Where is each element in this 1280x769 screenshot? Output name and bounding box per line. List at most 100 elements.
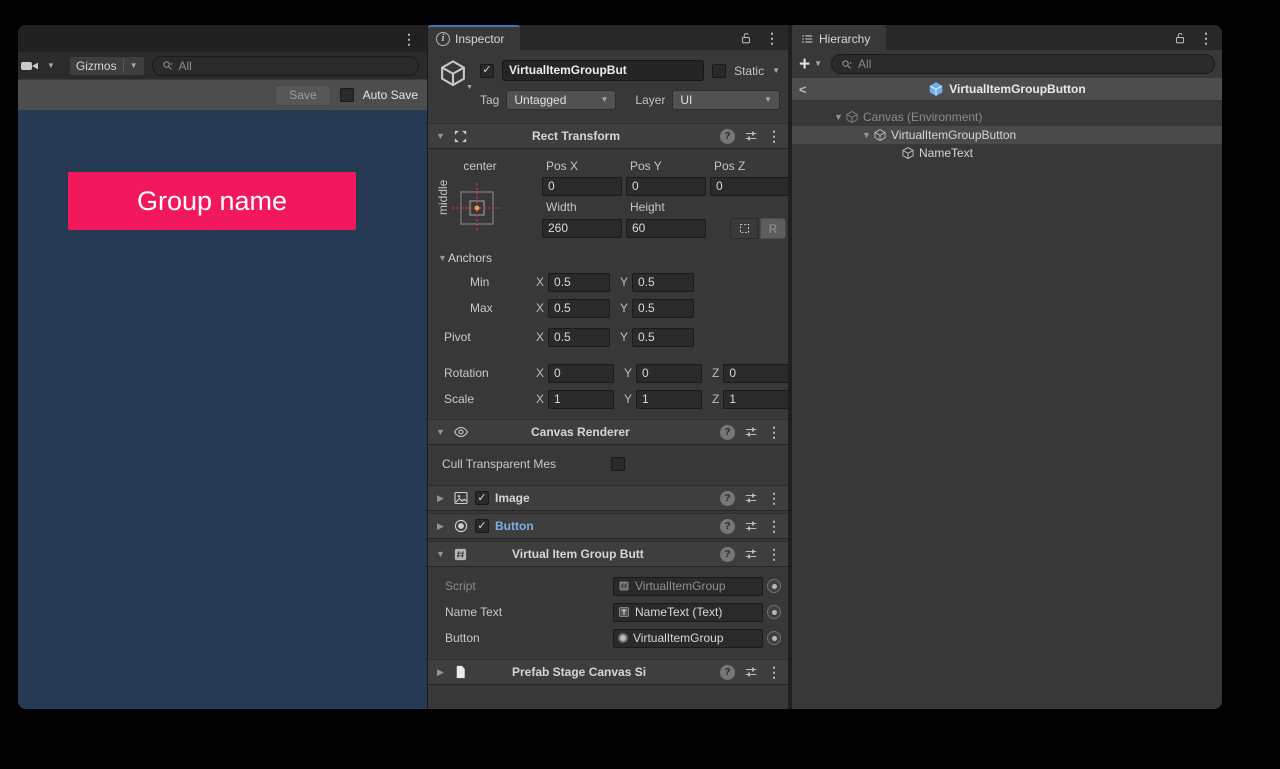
layer-dropdown[interactable]: UI ▼ xyxy=(672,90,780,110)
scene-kebab-menu-icon[interactable]: ⋮ xyxy=(402,32,416,46)
tab-hierarchy[interactable]: Hierarchy xyxy=(792,25,886,50)
scene-search-input[interactable]: All xyxy=(152,56,419,76)
foldout-icon[interactable]: ▶ xyxy=(434,493,447,504)
save-button[interactable]: Save xyxy=(275,85,330,106)
script-object-field[interactable]: VirtualItemGroup xyxy=(613,577,763,596)
tag-dropdown[interactable]: Untagged ▼ xyxy=(506,90,616,110)
rect-transform-header[interactable]: ▼ Rect Transform ? ⋮ xyxy=(428,123,788,149)
inspector-kebab-menu-icon[interactable]: ⋮ xyxy=(765,31,779,45)
cull-transparent-mesh-label: Cull Transparent Mes xyxy=(442,457,611,471)
kebab-menu-icon[interactable]: ⋮ xyxy=(767,425,781,439)
scene-canvas[interactable]: Group name xyxy=(18,110,427,709)
presets-icon[interactable] xyxy=(744,665,758,679)
pos-x-field[interactable]: 0 xyxy=(542,177,622,196)
hierarchy-search-text: All xyxy=(858,57,871,71)
object-picker-icon[interactable] xyxy=(767,631,781,645)
name-text-object-field[interactable]: NameText (Text) xyxy=(613,603,763,622)
pos-y-field[interactable]: 0 xyxy=(626,177,706,196)
help-icon[interactable]: ? xyxy=(720,425,735,440)
object-picker-icon[interactable] xyxy=(767,605,781,619)
static-checkbox[interactable] xyxy=(712,64,726,78)
unity-editor-window: ⋮ ▼ Gizmos ▼ All Save Auto Save xyxy=(18,25,1222,709)
foldout-icon[interactable]: ▼ xyxy=(434,549,447,559)
chevron-down-icon: ▼ xyxy=(47,62,55,70)
scale-x-field[interactable]: 1 xyxy=(548,390,614,409)
presets-icon[interactable] xyxy=(744,547,758,561)
kebab-menu-icon[interactable]: ⋮ xyxy=(767,547,781,561)
width-label: Width xyxy=(542,200,622,214)
anchors-min-x-field[interactable]: 0.5 xyxy=(548,273,610,292)
anchor-vertical-label: middle xyxy=(436,201,450,215)
foldout-icon[interactable]: ▶ xyxy=(434,521,447,532)
auto-save-checkbox[interactable] xyxy=(340,88,354,102)
create-button[interactable]: + ▼ xyxy=(799,55,822,74)
button-enabled-checkbox[interactable]: ✓ xyxy=(475,519,489,533)
camera-view-options-button[interactable]: ▼ xyxy=(20,56,62,76)
help-icon[interactable]: ? xyxy=(720,129,735,144)
canvas-renderer-header[interactable]: ▼ Canvas Renderer ? ⋮ xyxy=(428,419,788,445)
x-axis-label: X xyxy=(536,392,544,406)
static-dropdown-icon[interactable]: ▼ xyxy=(772,67,780,75)
rotation-x-field[interactable]: 0 xyxy=(548,364,614,383)
presets-icon[interactable] xyxy=(744,129,758,143)
x-axis-label: X xyxy=(536,366,544,380)
pos-z-field[interactable]: 0 xyxy=(710,177,788,196)
gameobject-active-checkbox[interactable]: ✓ xyxy=(480,64,494,78)
tree-row-virtual-item-group-button[interactable]: ▼ VirtualItemGroupButton xyxy=(792,126,1222,144)
foldout-icon[interactable]: ▼ xyxy=(860,130,873,140)
anchors-foldout[interactable]: ▼ Anchors xyxy=(428,247,788,269)
height-field[interactable]: 60 xyxy=(626,219,706,238)
presets-icon[interactable] xyxy=(744,519,758,533)
presets-icon[interactable] xyxy=(744,491,758,505)
button-component-header[interactable]: ▶ ✓ Button ? ⋮ xyxy=(428,513,788,539)
help-icon[interactable]: ? xyxy=(720,491,735,506)
scale-z-field[interactable]: 1 xyxy=(723,390,788,409)
help-icon[interactable]: ? xyxy=(720,519,735,534)
anchors-min-y-field[interactable]: 0.5 xyxy=(632,273,694,292)
button-object-field[interactable]: VirtualItemGroup xyxy=(613,629,763,648)
hierarchy-kebab-menu-icon[interactable]: ⋮ xyxy=(1199,31,1213,45)
prefab-back-button[interactable]: < xyxy=(799,82,817,97)
image-component-header[interactable]: ▶ ✓ Image ? ⋮ xyxy=(428,485,788,511)
tree-row-canvas-environment[interactable]: ▼ Canvas (Environment) xyxy=(792,108,1222,126)
help-icon[interactable]: ? xyxy=(720,665,735,680)
script-component-header[interactable]: ▼ Virtual Item Group Butt ? ⋮ xyxy=(428,541,788,567)
image-enabled-checkbox[interactable]: ✓ xyxy=(475,491,489,505)
hierarchy-search-input[interactable]: All xyxy=(831,54,1215,74)
gizmos-dropdown[interactable]: Gizmos ▼ xyxy=(69,56,145,76)
lock-icon[interactable] xyxy=(1173,31,1187,45)
pivot-x-field[interactable]: 0.5 xyxy=(548,328,610,347)
kebab-menu-icon[interactable]: ⋮ xyxy=(767,665,781,679)
kebab-menu-icon[interactable]: ⋮ xyxy=(767,519,781,533)
gameobject-icon-area[interactable]: ▼ xyxy=(438,58,480,110)
pivot-y-field[interactable]: 0.5 xyxy=(632,328,694,347)
presets-icon[interactable] xyxy=(744,425,758,439)
object-picker-icon[interactable] xyxy=(767,579,781,593)
foldout-icon[interactable]: ▼ xyxy=(434,427,447,437)
kebab-menu-icon[interactable]: ⋮ xyxy=(767,129,781,143)
prefab-stage-header[interactable]: ▶ Prefab Stage Canvas Si ? ⋮ xyxy=(428,659,788,685)
anchors-max-y-field[interactable]: 0.5 xyxy=(632,299,694,318)
lock-icon[interactable] xyxy=(739,31,753,45)
tab-inspector[interactable]: i Inspector xyxy=(428,25,520,50)
foldout-icon[interactable]: ▼ xyxy=(434,131,447,141)
scale-y-field[interactable]: 1 xyxy=(636,390,702,409)
width-field[interactable]: 260 xyxy=(542,219,622,238)
rotation-y-field[interactable]: 0 xyxy=(636,364,702,383)
rotation-z-field[interactable]: 0 xyxy=(723,364,788,383)
tree-row-name-text[interactable]: NameText xyxy=(792,144,1222,162)
foldout-icon[interactable]: ▼ xyxy=(832,112,845,122)
hierarchy-tree: ▼ Canvas (Environment) ▼ VirtualItemGrou… xyxy=(792,108,1222,162)
anchor-preset-widget[interactable]: middle xyxy=(436,181,538,235)
raw-edit-mode-button[interactable]: R xyxy=(760,218,786,239)
cull-transparent-mesh-checkbox[interactable] xyxy=(611,457,625,471)
blueprint-mode-button[interactable] xyxy=(730,218,758,239)
anchors-max-x-field[interactable]: 0.5 xyxy=(548,299,610,318)
help-icon[interactable]: ? xyxy=(720,547,735,562)
kebab-menu-icon[interactable]: ⋮ xyxy=(767,491,781,505)
scale-label: Scale xyxy=(444,392,536,406)
foldout-icon[interactable]: ▶ xyxy=(434,667,447,678)
gameobject-name-field[interactable]: VirtualItemGroupBut xyxy=(502,60,704,81)
virtual-item-group-button-preview[interactable]: Group name xyxy=(68,172,356,230)
name-text-label: Name Text xyxy=(445,605,613,619)
